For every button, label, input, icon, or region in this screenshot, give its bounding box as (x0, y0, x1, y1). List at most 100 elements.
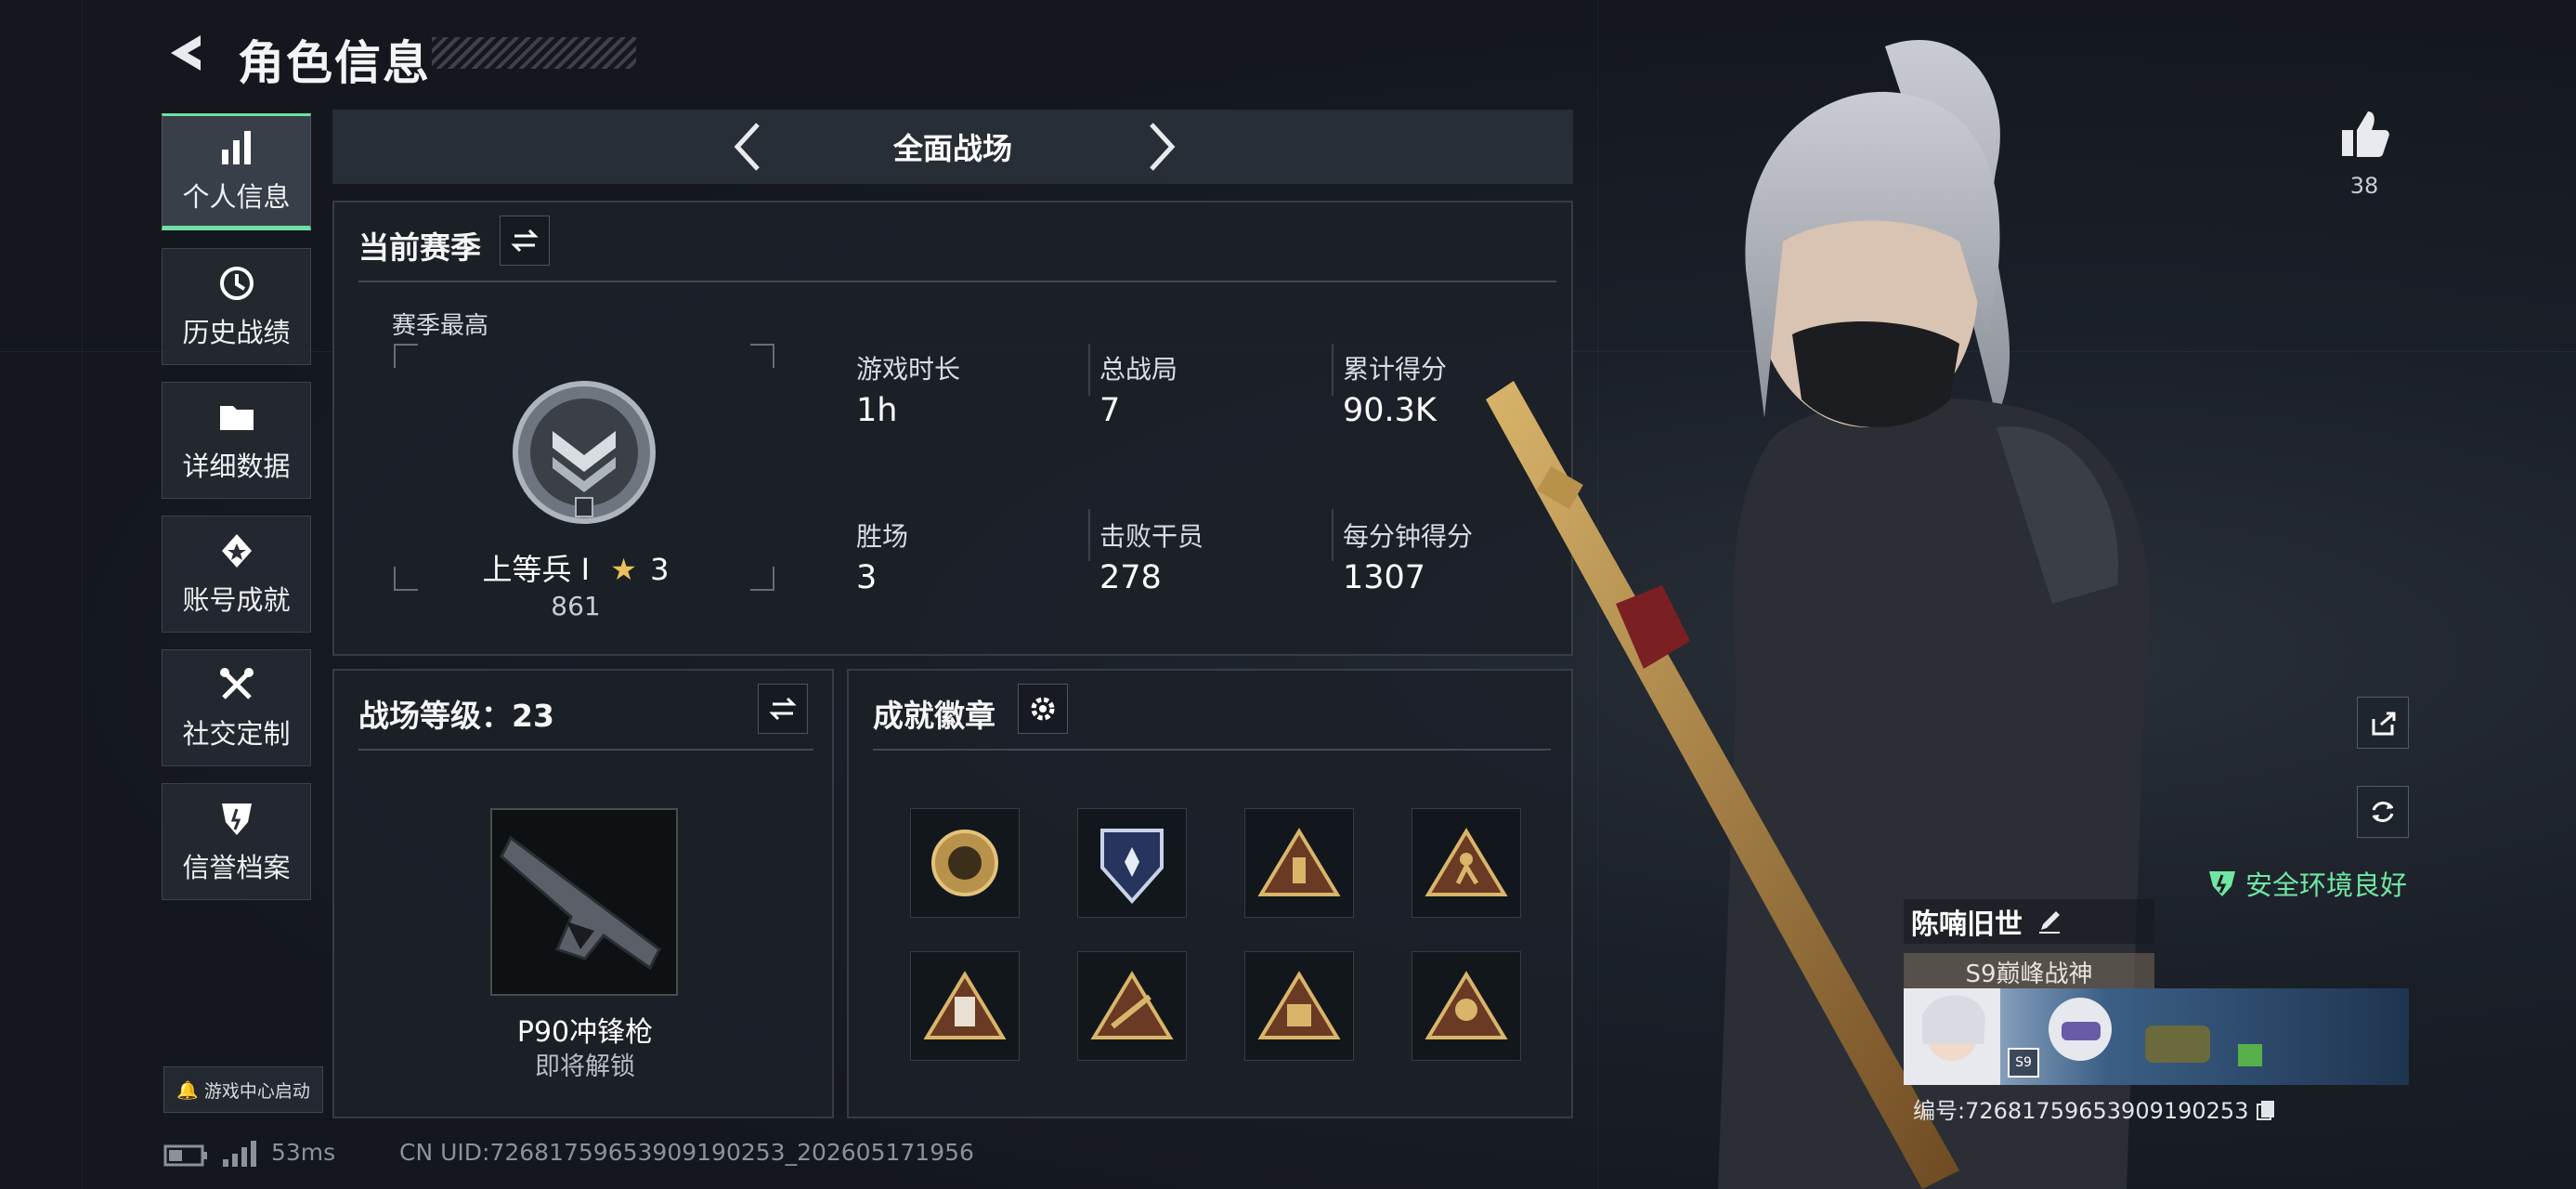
stat-label-total-score: 累计得分 (1343, 354, 1448, 385)
title-decoration (432, 37, 636, 69)
share-icon (2372, 712, 2396, 736)
divider (1088, 509, 1090, 561)
frame-corner (750, 344, 774, 368)
share-button[interactable] (2357, 697, 2409, 749)
mode-selector: 全面战场 (332, 110, 1573, 184)
rank-line: 上等兵 Ⅰ ★ 3 (399, 546, 752, 589)
stat-value-matches: 7 (1099, 392, 1121, 429)
refresh-button[interactable] (2357, 786, 2409, 838)
sidebar-item-social[interactable]: 社交定制 (162, 649, 311, 766)
rank-emblem-icon (513, 381, 656, 524)
separator (873, 749, 1551, 751)
medal-icon (221, 534, 252, 568)
player-name-plate: 陈喃旧世 S9巅峰战神 (1904, 899, 2154, 990)
stat-label-wins: 胜场 (856, 521, 909, 552)
rank-score: 861 (551, 591, 601, 621)
season-panel: 当前赛季 赛季最高 上等兵 Ⅰ ★ 3 861 游戏时长 1h 总战局 7 累计… (332, 201, 1573, 656)
divider (1088, 344, 1090, 396)
shield-icon (221, 804, 252, 835)
season-best-label: 赛季最高 (392, 312, 489, 340)
badge-slot[interactable] (1244, 951, 1354, 1061)
player-title-tag: S9巅峰战神 (1904, 953, 2154, 990)
stat-value-kills: 278 (1099, 559, 1162, 596)
sidebar-item-label: 个人信息 (182, 181, 291, 213)
chevron-left-icon[interactable] (722, 119, 778, 175)
bar-chart-icon (221, 131, 251, 164)
signal-icon (223, 1141, 256, 1167)
frame-corner (394, 344, 418, 368)
swap-icon (769, 697, 797, 721)
uid-text: CN UID:72681759653909190253_202605171956 (399, 1139, 974, 1166)
security-status: 安全环境良好 (2206, 864, 2407, 903)
badge-slot[interactable] (910, 951, 1020, 1061)
player-name: 陈喃旧世 (1911, 908, 2023, 941)
crate-triangle-badge-icon (1257, 971, 1341, 1039)
shield-check-icon (2209, 871, 2235, 896)
weapon-thumbnail[interactable] (490, 808, 678, 996)
achievement-badges-panel: 成就徽章 (847, 669, 1573, 1118)
sidebar-item-label: 账号成就 (182, 584, 291, 616)
stat-value-score-per-minute: 1307 (1343, 559, 1426, 596)
player-id: 编号:72681759653909190253 (1913, 1098, 2249, 1124)
p90-weapon-icon (500, 835, 661, 971)
divider (1332, 509, 1334, 561)
triangle-badge-icon (1257, 828, 1341, 896)
badges-settings-button[interactable] (1018, 684, 1068, 734)
weapon-name: P90冲锋枪 (516, 1016, 654, 1049)
sidebar-item-label: 历史战绩 (182, 317, 291, 348)
weapon-status: 即将解锁 (535, 1052, 635, 1081)
badges-title: 成就徽章 (873, 698, 995, 734)
security-status-text: 安全环境良好 (2245, 869, 2408, 901)
sidebar-item-label: 信誉档案 (182, 852, 291, 883)
player-title-text: S9巅峰战神 (1965, 960, 2093, 988)
chevron-right-icon[interactable] (1131, 119, 1187, 175)
sidebar-item-personal-info[interactable]: 个人信息 (162, 113, 311, 230)
level-switch-button[interactable] (758, 684, 808, 734)
shield-star-badge-icon (1100, 829, 1164, 905)
stat-label-score-per-minute: 每分钟得分 (1343, 521, 1474, 552)
level-title: 战场等级：23 (358, 698, 554, 734)
badge-slot[interactable] (1077, 808, 1187, 918)
copy-icon[interactable] (2254, 1097, 2278, 1121)
mode-title: 全面战场 (892, 131, 1012, 166)
rank-name: 上等兵 Ⅰ (482, 552, 591, 587)
back-arrow-icon[interactable] (163, 30, 210, 76)
launch-label: 游戏中心启动 (203, 1080, 310, 1102)
stat-value-playtime: 1h (856, 392, 898, 429)
divider (1332, 344, 1334, 396)
battery-icon (163, 1144, 207, 1167)
badge-slot[interactable] (910, 808, 1020, 918)
edit-pencil-icon[interactable] (2036, 908, 2063, 935)
thumbs-up-icon[interactable] (2336, 106, 2392, 162)
rank-stars: 3 (650, 552, 670, 587)
refresh-icon (2372, 802, 2394, 822)
sidebar-item-details[interactable]: 详细数据 (162, 382, 311, 499)
bell-icon: 🔔 (176, 1079, 199, 1101)
season-switch-button[interactable] (500, 216, 550, 266)
season-title: 当前赛季 (358, 229, 481, 266)
stat-value-total-score: 90.3K (1343, 392, 1437, 429)
folder-icon (219, 406, 254, 430)
sidebar-item-reputation[interactable]: 信誉档案 (162, 783, 311, 900)
page-title: 角色信息 (238, 36, 431, 90)
sidebar-item-label: 详细数据 (182, 451, 291, 482)
badge-slot[interactable] (1244, 808, 1354, 918)
namecard-illustration (1904, 988, 2262, 1085)
badge-slot[interactable] (1077, 951, 1187, 1061)
game-center-launch-button[interactable]: 🔔 游戏中心启动 (163, 1066, 323, 1113)
rifle-triangle-badge-icon (1090, 971, 1174, 1039)
battlefield-level-panel: 战场等级：23 P90冲锋枪 即将解锁 (332, 669, 834, 1118)
name-card[interactable]: S9 (1904, 988, 2409, 1085)
stat-value-wins: 3 (856, 559, 878, 596)
sidebar-item-label: 社交定制 (182, 718, 291, 750)
sidebar-item-history[interactable]: 历史战绩 (162, 248, 311, 365)
frame-corner (750, 567, 774, 591)
stat-label-kills: 击败干员 (1099, 521, 1204, 552)
sidebar-item-achievements[interactable]: 账号成就 (162, 516, 311, 633)
stat-label-playtime: 游戏时长 (856, 354, 961, 385)
separator (358, 749, 813, 751)
player-id-line: 编号:72681759653909190253 (1913, 1092, 2278, 1125)
season-card-badge: S9 (2008, 1048, 2039, 1078)
ping-value: 53ms (271, 1139, 336, 1166)
gear-icon (1031, 697, 1055, 721)
